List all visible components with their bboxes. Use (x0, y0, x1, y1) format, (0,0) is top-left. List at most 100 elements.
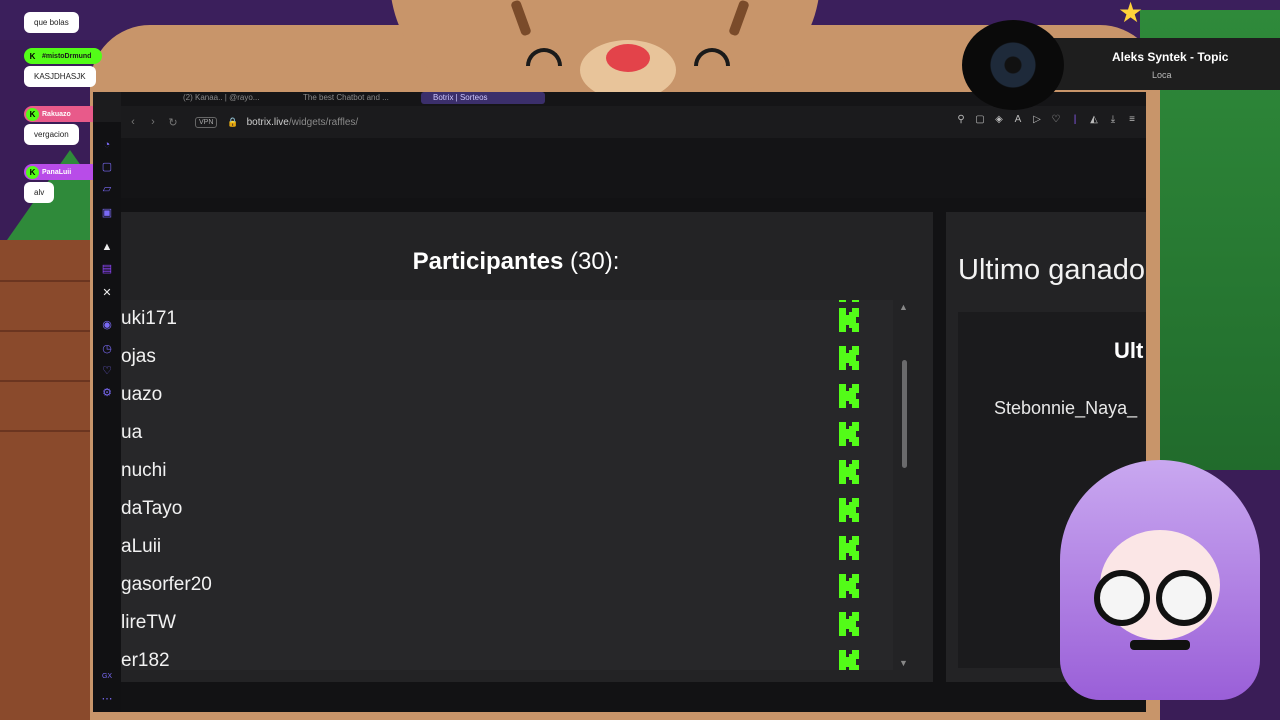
url-path: /widgets/raffles/ (288, 116, 359, 128)
kick-icon (837, 458, 863, 486)
winner-title: Ultimo ganado (958, 254, 1145, 286)
participant-row[interactable]: aLuii (121, 528, 893, 566)
messenger-icon[interactable]: ▣ (100, 206, 114, 220)
history-icon[interactable]: ◔ (100, 138, 114, 152)
kick-icon: K (26, 107, 39, 121)
participant-name: er182 (121, 650, 170, 670)
chat-username-text: Rakuazo (42, 110, 71, 118)
chat-username: K PanaLuii (24, 164, 102, 180)
winner-heading: Ult (1114, 338, 1144, 363)
participant-name: nuchi (121, 460, 167, 481)
song-artist: Loca (1152, 70, 1172, 80)
heart-icon[interactable]: ♡ (1050, 114, 1062, 125)
participant-name: gasorfer20 (121, 574, 212, 595)
url-field[interactable]: botrix.live/widgets/raffles/ (247, 117, 359, 128)
x-icon[interactable]: ✕ (100, 286, 114, 300)
participant-name: lireTW (121, 612, 176, 633)
web-page: Participantes (30): uki171 ojas uazo ua … (121, 138, 1146, 712)
kick-icon (837, 610, 863, 638)
song-title: Aleks Syntek - Topic (1112, 50, 1229, 64)
participant-name: daTayo (121, 498, 183, 519)
kick-icon: K (26, 49, 39, 63)
participant-row[interactable]: uazo (121, 376, 893, 414)
browser-window: (2) Kanaa.. | @rayo... The best Chatbot … (93, 92, 1146, 712)
play-icon[interactable]: ▷ (1031, 114, 1043, 125)
kick-icon (837, 572, 863, 600)
back-icon[interactable]: ‹ (125, 116, 141, 128)
now-playing-widget: Aleks Syntek - Topic Loca (962, 20, 1280, 110)
participant-row[interactable]: uki171 (121, 300, 893, 338)
participant-name: aLuii (121, 536, 162, 557)
address-bar: ‹ › ↻ VPN 🔒 botrix.live/widgets/raffles/… (121, 106, 1146, 138)
menu-icon[interactable]: ≡ (1126, 114, 1138, 125)
kick-icon (837, 420, 863, 448)
kick-icon: K (26, 165, 39, 179)
chat-message-text: alv (24, 182, 55, 203)
chat-username-text: PanaLuii (42, 168, 72, 176)
participant-row[interactable]: ua (121, 414, 893, 452)
settings-icon[interactable]: ⚙ (100, 386, 114, 400)
chat-message: K PanaLuii alv (24, 164, 102, 203)
participant-row[interactable]: nuchi (121, 452, 893, 490)
toolbar-icons: ⚲ ▢ ◈ A ▷ ♡ | ◭ ⤓ ≡ (955, 114, 1138, 125)
chat-message-text: KASJDHASJK (24, 66, 96, 87)
lock-icon[interactable]: 🔒 (227, 117, 238, 128)
twitch-icon[interactable]: ▤ (100, 262, 114, 276)
scroll-down-icon[interactable]: ▼ (899, 658, 908, 668)
participant-name: uazo (121, 384, 163, 405)
chat-username: K Rakuazo (24, 106, 102, 122)
chat-message: que bolas (24, 0, 102, 33)
participant-row[interactable]: daTayo (121, 490, 893, 528)
participant-name: uki171 (121, 308, 177, 329)
vpn-badge[interactable]: VPN (195, 116, 218, 128)
participant-row[interactable]: er182 (121, 642, 893, 670)
participants-count: (30): (570, 248, 620, 275)
participants-label: Participantes (412, 248, 564, 275)
chat-message-text: que bolas (24, 12, 79, 33)
forward-icon[interactable]: › (145, 116, 161, 128)
pin-icon[interactable]: ⚲ (955, 114, 967, 125)
aria-icon[interactable]: ▲ (100, 240, 114, 254)
reload-icon[interactable]: ↻ (165, 116, 181, 129)
participants-title: Participantes (30): (121, 248, 911, 276)
kick-icon (837, 534, 863, 562)
chat-icon[interactable]: ▱ (100, 182, 114, 196)
participant-name: ua (121, 422, 143, 443)
player-icon[interactable]: ◉ (100, 318, 114, 332)
clock-icon[interactable]: ◷ (100, 342, 114, 356)
participant-row[interactable]: gasorfer20 (121, 566, 893, 604)
shield-icon[interactable]: ◈ (993, 114, 1005, 125)
now-playing-bar: Aleks Syntek - Topic Loca (1052, 38, 1280, 90)
download-icon[interactable]: ⤓ (1107, 114, 1119, 125)
bag-icon[interactable]: ▢ (100, 160, 114, 174)
snapshot-icon[interactable]: ▢ (974, 114, 986, 125)
tab-kanaa[interactable]: (2) Kanaa.. | @rayo... (171, 92, 275, 104)
profile-icon[interactable]: ◭ (1088, 114, 1100, 125)
album-disc (962, 20, 1064, 110)
scrollbar-thumb[interactable] (902, 360, 907, 468)
chat-message-text: vergacion (24, 124, 79, 145)
participants-panel: Participantes (30): uki171 ojas uazo ua … (121, 212, 933, 682)
participant-row[interactable]: lireTW (121, 604, 893, 642)
kick-icon (837, 382, 863, 410)
participants-list[interactable]: uki171 ojas uazo ua nuchi daTayo aLuii g… (121, 300, 893, 670)
avatar-glasses-left (1094, 570, 1150, 626)
gx-icon[interactable]: GX (100, 670, 114, 684)
avatar-choker (1130, 640, 1190, 650)
page-header (121, 138, 1146, 198)
translate-icon[interactable]: A (1012, 114, 1024, 125)
divider-icon: | (1073, 114, 1077, 125)
chat-username-text: #mistoDrmund (42, 52, 92, 60)
kick-icon (837, 496, 863, 524)
participant-name: ojas (121, 346, 156, 367)
participant-row[interactable]: ojas (121, 338, 893, 376)
tab-chatbot[interactable]: The best Chatbot and ... (291, 92, 403, 104)
heart-icon[interactable]: ♡ (100, 364, 114, 378)
tab-botrix[interactable]: Botrix | Sorteos (421, 92, 545, 104)
kick-icon (837, 306, 863, 334)
scroll-up-icon[interactable]: ▲ (899, 302, 908, 312)
kick-icon (837, 648, 863, 670)
more-icon[interactable]: ⋯ (100, 692, 114, 706)
chat-message: K #mistoDrmund KASJDHASJK (24, 48, 102, 87)
browser-sidebar: ◔ ▢ ▱ ▣ ▲ ▤ ✕ ◉ ◷ ♡ ⚙ GX ⋯ (93, 122, 121, 712)
